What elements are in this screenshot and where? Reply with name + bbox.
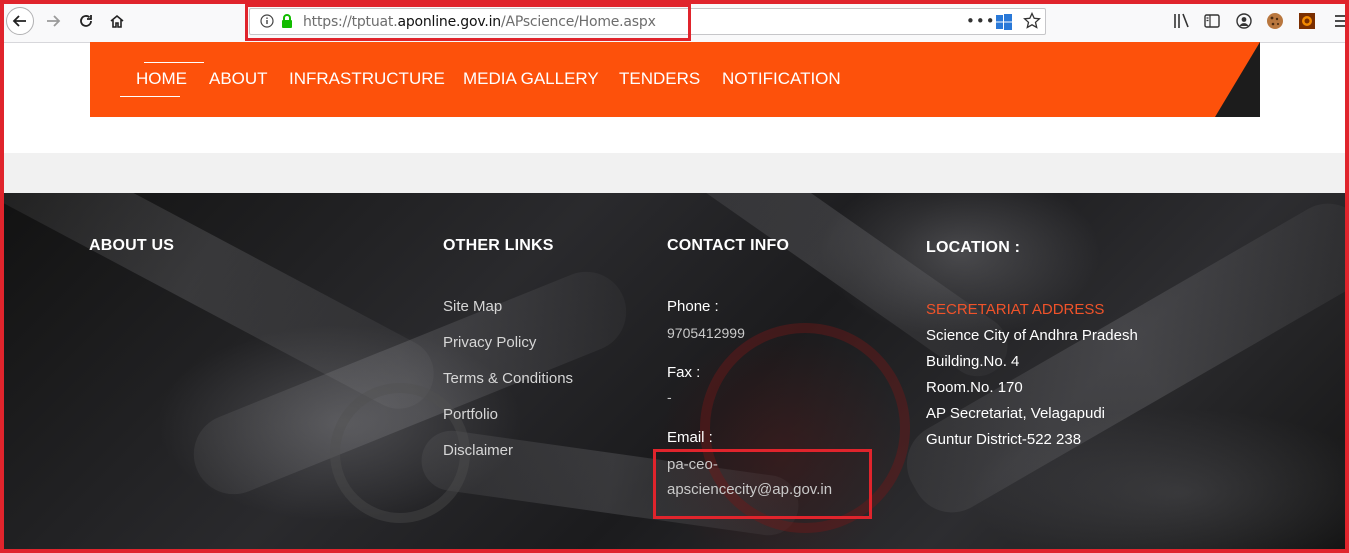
contact-info-heading: CONTACT INFO xyxy=(667,237,790,254)
nav-about[interactable]: ABOUT xyxy=(209,69,268,89)
email-highlight-box xyxy=(653,449,872,519)
home-icon[interactable] xyxy=(105,9,129,33)
address-line: AP Secretariat, Velagapudi xyxy=(926,405,1106,422)
address-line: Guntur District-522 238 xyxy=(926,431,1082,448)
nav-home[interactable]: HOME xyxy=(136,69,187,89)
library-icon[interactable] xyxy=(1170,9,1194,33)
fax-label: Fax : xyxy=(667,364,701,381)
address-title: SECRETARIAT ADDRESS xyxy=(926,301,1105,318)
extension-icon[interactable] xyxy=(1295,9,1319,33)
link-terms-conditions[interactable]: Terms & Conditions xyxy=(443,370,573,387)
nav-tenders[interactable]: TENDERS xyxy=(619,69,700,89)
menu-icon[interactable] xyxy=(1330,9,1349,33)
nav-media-gallery[interactable]: MEDIA GALLERY xyxy=(463,69,599,89)
phone-label: Phone : xyxy=(667,298,719,315)
back-icon[interactable] xyxy=(6,7,34,35)
main-navbar: HOME ABOUT INFRASTRUCTURE MEDIA GALLERY … xyxy=(90,42,1260,117)
content-strip xyxy=(0,153,1349,193)
more-icon[interactable]: ••• xyxy=(966,12,996,30)
reload-icon[interactable] xyxy=(74,9,98,33)
home-active-line-top xyxy=(144,62,204,63)
about-us-heading: ABOUT US xyxy=(89,237,175,254)
nav-infrastructure[interactable]: INFRASTRUCTURE xyxy=(289,69,445,89)
link-portfolio[interactable]: Portfolio xyxy=(443,406,498,423)
home-active-line-bottom xyxy=(120,96,180,97)
nav-notification[interactable]: NOTIFICATION xyxy=(722,69,841,89)
sidebar-icon[interactable] xyxy=(1200,9,1224,33)
bookmark-star-icon[interactable] xyxy=(1023,11,1041,35)
link-site-map[interactable]: Site Map xyxy=(443,298,502,315)
url-highlight-box xyxy=(245,4,691,41)
account-icon[interactable] xyxy=(1232,9,1256,33)
other-links-heading: OTHER LINKS xyxy=(443,237,554,254)
navbar-dark-corner xyxy=(1215,42,1260,117)
browser-toolbar: https://tptuat.aponline.gov.in/APscience… xyxy=(0,0,1349,43)
forward-icon[interactable] xyxy=(41,9,65,33)
address-line: Room.No. 170 xyxy=(926,379,1023,396)
location-heading: LOCATION : xyxy=(926,239,1021,256)
link-privacy-policy[interactable]: Privacy Policy xyxy=(443,334,536,351)
windows-icon[interactable] xyxy=(996,14,1012,35)
cookie-icon[interactable] xyxy=(1263,9,1287,33)
fax-value: - xyxy=(667,389,672,405)
address-line: Science City of Andhra Pradesh xyxy=(926,327,1138,344)
link-disclaimer[interactable]: Disclaimer xyxy=(443,442,513,459)
phone-value: 9705412999 xyxy=(667,325,745,341)
address-line: Building.No. 4 xyxy=(926,353,1020,370)
email-label: Email : xyxy=(667,429,713,446)
